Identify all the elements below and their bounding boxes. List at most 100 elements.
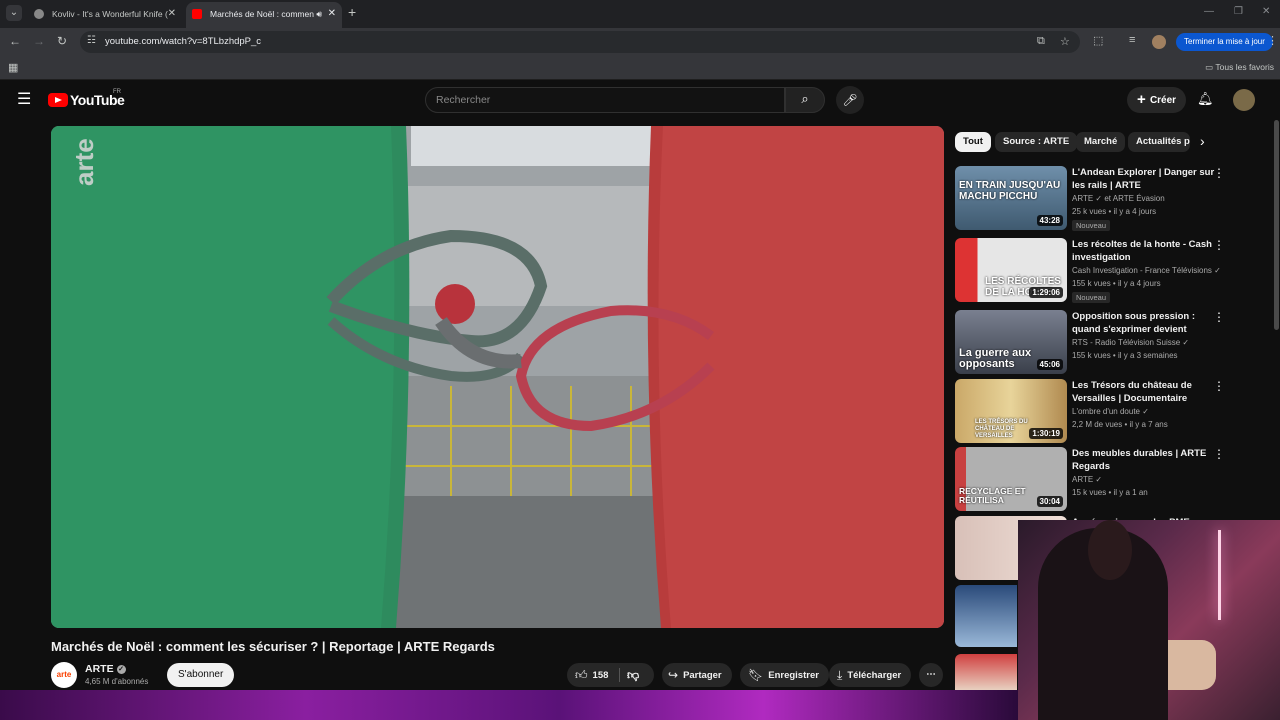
voice-search-button[interactable]: 🎤︎ [836,86,864,114]
address-bar[interactable]: ☷ youtube.com/watch?v=8TLbzhdpP_c ⧉ ☆ [80,31,1080,53]
recommendation-meta: 15 k vues • il y a 1 an [1072,488,1148,497]
video-duration: 1:29:06 [1029,287,1063,298]
chip-actualites[interactable]: Actualités p [1128,132,1190,152]
share-icon: ↪ [668,668,679,682]
bookmark-icon: 🔖︎ [748,668,764,682]
more-options-icon[interactable]: ⋮ [1213,447,1225,461]
recommendation-title[interactable]: Des meubles durables | ARTE Regards [1072,447,1215,473]
video-duration: 1:30:19 [1029,428,1063,439]
subscribe-button[interactable]: S'abonner [167,663,235,687]
thumbs-up-icon: 👍︎ [575,668,588,682]
video-player[interactable]: arte [51,126,944,628]
minimize-icon[interactable]: — [1204,6,1214,17]
channel-avatar[interactable]: arte [51,662,77,688]
bookmarks-bar: ▦ ▭ Tous les favoris [0,56,1280,80]
new-tab-button[interactable]: + [348,4,356,20]
search-button[interactable]: ⌕ [785,87,825,113]
notifications-bell-icon[interactable]: 🔔︎ [1197,91,1214,107]
recommendation-title[interactable]: Les récoltes de la honte - Cash investig… [1072,238,1215,264]
video-thumbnail[interactable]: LES TRÉSORS DU CHÂTEAU DE VERSAILLES 1:3… [955,379,1067,443]
recommendation-channel[interactable]: ARTE ✓ et ARTE Évasion [1072,194,1165,203]
maximize-icon[interactable]: ❐ [1234,6,1243,17]
recommendation-channel[interactable]: L'ombre d'un doute ✓ [1072,407,1149,416]
stream-overlay-banner [0,690,1018,720]
all-bookmarks-button[interactable]: ▭ Tous les favoris [1205,62,1274,73]
download-label: Télécharger [847,670,902,681]
reading-list-icon[interactable]: ≡ [1129,34,1135,46]
account-avatar[interactable] [1233,89,1255,111]
chip-tout[interactable]: Tout [955,132,991,152]
more-options-icon[interactable]: ⋮ [1213,310,1225,324]
search-input[interactable]: Rechercher [425,87,785,113]
back-icon[interactable]: ← [9,34,21,48]
youtube-logo-icon[interactable] [48,93,68,107]
video-thumbnail[interactable] [955,585,1017,647]
profile-avatar[interactable] [1152,35,1166,49]
more-options-icon[interactable]: ⋮ [1213,238,1225,252]
more-horizontal-icon: ⋯ [926,669,936,680]
more-options-icon[interactable]: ⋮ [1213,379,1225,393]
new-badge: Nouveau [1072,220,1111,231]
create-button[interactable]: + Créer [1127,87,1187,113]
like-divider [619,668,620,682]
video-thumbnail[interactable]: LES RÉCOLTES DE LA HONTE 1:29:06 [955,238,1067,302]
verified-icon: ✓ [116,664,126,674]
recommendation-meta: 155 k vues • il y a 4 jours [1072,279,1161,288]
more-options-icon[interactable]: ⋮ [1213,166,1225,180]
menu-icon[interactable]: ☰ [17,92,31,108]
search-icon: ⌕ [801,91,809,106]
recommendation-meta: 2,2 M de vues • il y a 7 ans [1072,420,1168,429]
video-title: Marchés de Noël : comment les sécuriser … [51,639,495,654]
video-thumbnail[interactable]: EN TRAIN JUSQU'AU MACHU PICCHU 43:28 [955,166,1067,230]
close-window-icon[interactable]: ✕ [1262,6,1270,17]
close-tab-icon[interactable]: ✕ [328,2,336,26]
more-actions-button[interactable]: ⋯ [919,663,943,687]
cast-icon[interactable]: ⧉ [1037,35,1045,48]
channel-name[interactable]: ARTE ✓ [85,663,126,675]
reload-icon[interactable]: ↻ [57,34,67,48]
tab-kovliv[interactable]: Kovliv - It's a Wonderful Knife ( ✕ [28,2,182,28]
recommendation-channel[interactable]: Cash Investigation - France Télévisions … [1072,266,1221,275]
recommendation-channel[interactable]: RTS - Radio Télévision Suisse ✓ [1072,338,1189,347]
recommendation-meta: 155 k vues • il y a 3 semaines [1072,351,1178,360]
chip-marche[interactable]: Marché [1076,132,1126,152]
like-button[interactable]: 👍︎ 158 [575,663,608,688]
apps-grid-icon[interactable]: ▦ [8,61,18,74]
recommendation-item[interactable]: LES RÉCOLTES DE LA HONTE 1:29:06 Les réc… [955,238,1245,303]
save-button[interactable]: 🔖︎ Enregistrer [740,663,829,687]
site-info-icon[interactable]: ☷ [87,35,96,46]
video-thumbnail[interactable]: La guerre aux opposants 45:06 [955,310,1067,374]
youtube-header: ☰ YouTube FR Rechercher ⌕ 🎤︎ + Créer 🔔︎ [0,81,1280,119]
browser-menu-icon[interactable]: ⋮ [1267,34,1278,47]
chip-source-arte[interactable]: Source : ARTE [995,132,1078,152]
recommendation-item[interactable]: La guerre aux opposants 45:06 Opposition… [955,310,1245,374]
chevron-right-icon[interactable]: › [1200,133,1205,149]
close-tab-icon[interactable]: ✕ [168,2,176,26]
dislike-button[interactable]: 👎︎ [627,663,639,687]
tab-search-button[interactable]: ⌄ [6,5,22,21]
recommendation-title[interactable]: L'Andean Explorer | Danger sur les rails… [1072,166,1215,192]
folder-icon: ▭ [1205,62,1216,72]
tab-marches-de-noel[interactable]: Marchés de Noël : commen 🔊︎ ✕ [186,2,342,28]
forward-icon[interactable]: → [33,34,45,48]
video-frame [51,126,944,628]
recommendation-title[interactable]: Opposition sous pression : quand s'expri… [1072,310,1215,336]
download-button[interactable]: ⤓ Télécharger [829,663,912,687]
recommendation-title[interactable]: Les Trésors du château de Versailles | D… [1072,379,1215,405]
recommendation-item[interactable]: RECYCLAGE ET RÉUTILISA 30:04 Des meubles… [955,447,1245,511]
recommendation-item[interactable]: LES TRÉSORS DU CHÂTEAU DE VERSAILLES 1:3… [955,379,1245,443]
bookmark-star-icon[interactable]: ☆ [1060,35,1070,48]
like-count: 158 [592,670,609,681]
recommendation-meta: 25 k vues • il y a 4 jours [1072,207,1157,216]
recommendation-channel[interactable]: ARTE ✓ [1072,475,1102,484]
video-thumbnail[interactable] [955,654,1017,690]
audio-playing-icon[interactable]: 🔊︎ [316,2,322,26]
recommendation-item[interactable]: EN TRAIN JUSQU'AU MACHU PICCHU 43:28 L'A… [955,166,1245,231]
download-icon: ⤓ [837,668,843,682]
page-scrollbar[interactable] [1274,120,1279,330]
video-thumbnail[interactable]: RECYCLAGE ET RÉUTILISA 30:04 [955,447,1067,511]
extensions-icon[interactable]: ⬚ [1093,34,1103,47]
thumbnail-text: EN TRAIN JUSQU'AU MACHU PICCHU [959,180,1061,202]
share-button[interactable]: ↪ Partager [662,663,732,687]
update-button[interactable]: Terminer la mise à jour [1176,33,1273,51]
